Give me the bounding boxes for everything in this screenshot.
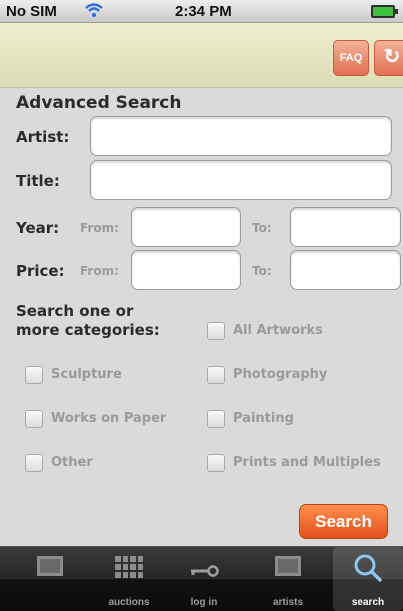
advanced-search-form: Advanced Search Artist: Title: Year: Fro… bbox=[0, 88, 403, 546]
nav-bar: FAQ ↻ bbox=[0, 23, 403, 88]
tab-featured[interactable] bbox=[12, 547, 88, 611]
price-label: Price: bbox=[16, 262, 65, 280]
checkbox[interactable] bbox=[25, 410, 43, 428]
price-to-input[interactable] bbox=[290, 250, 401, 290]
categories-heading: Search one or more categories: bbox=[16, 302, 160, 339]
wifi-icon bbox=[84, 2, 104, 22]
checkbox[interactable] bbox=[207, 366, 225, 384]
title-input[interactable] bbox=[90, 160, 392, 200]
tab-label: log in bbox=[190, 597, 218, 608]
checkbox[interactable] bbox=[25, 454, 43, 472]
status-bar: No SIM 2:34 PM bbox=[0, 0, 403, 23]
tab-log-in[interactable]: log in bbox=[166, 547, 242, 611]
tab-search[interactable]: search bbox=[333, 547, 403, 611]
search-button[interactable]: Search bbox=[299, 504, 388, 539]
category-label: All Artworks bbox=[233, 323, 323, 338]
refresh-button[interactable]: ↻ bbox=[374, 40, 403, 76]
price-from-label: From: bbox=[80, 264, 119, 278]
tab-label: search bbox=[351, 597, 385, 608]
year-from-label: From: bbox=[80, 221, 119, 235]
artist-label: Artist: bbox=[16, 128, 70, 146]
year-to-input[interactable] bbox=[290, 207, 401, 247]
key-icon bbox=[189, 563, 219, 582]
frame-icon bbox=[275, 556, 301, 576]
grid-icon bbox=[115, 556, 143, 578]
tab-label: artists bbox=[272, 597, 303, 608]
category-label: Painting bbox=[233, 411, 294, 426]
tab-auctions[interactable]: auctions bbox=[91, 547, 167, 611]
tab-artists[interactable]: artists bbox=[250, 547, 326, 611]
battery-icon bbox=[371, 5, 398, 18]
checkbox[interactable] bbox=[207, 410, 225, 428]
refresh-icon: ↻ bbox=[383, 46, 401, 68]
category-label: Other bbox=[51, 455, 93, 470]
title-label: Title: bbox=[16, 172, 60, 190]
checkbox[interactable] bbox=[207, 322, 225, 340]
year-from-input[interactable] bbox=[131, 207, 241, 247]
checkbox[interactable] bbox=[25, 366, 43, 384]
faq-button[interactable]: FAQ bbox=[333, 40, 369, 76]
price-to-label: To: bbox=[252, 264, 272, 278]
carrier-label: No SIM bbox=[6, 3, 57, 20]
tab-bar: auctions log in artists search bbox=[0, 546, 403, 611]
clock: 2:34 PM bbox=[175, 3, 232, 20]
price-from-input[interactable] bbox=[131, 250, 241, 290]
category-label: Works on Paper bbox=[51, 411, 167, 426]
category-label: Sculpture bbox=[51, 367, 122, 382]
tab-label: auctions bbox=[108, 597, 150, 608]
magnifier-icon bbox=[353, 553, 383, 587]
year-label: Year: bbox=[16, 219, 60, 237]
category-label: Photography bbox=[233, 367, 328, 382]
frame-icon bbox=[37, 556, 63, 576]
year-to-label: To: bbox=[252, 221, 272, 235]
checkbox[interactable] bbox=[207, 454, 225, 472]
artist-input[interactable] bbox=[90, 116, 392, 156]
page-title: Advanced Search bbox=[16, 93, 182, 113]
category-label: Prints and Multiples bbox=[233, 455, 381, 470]
